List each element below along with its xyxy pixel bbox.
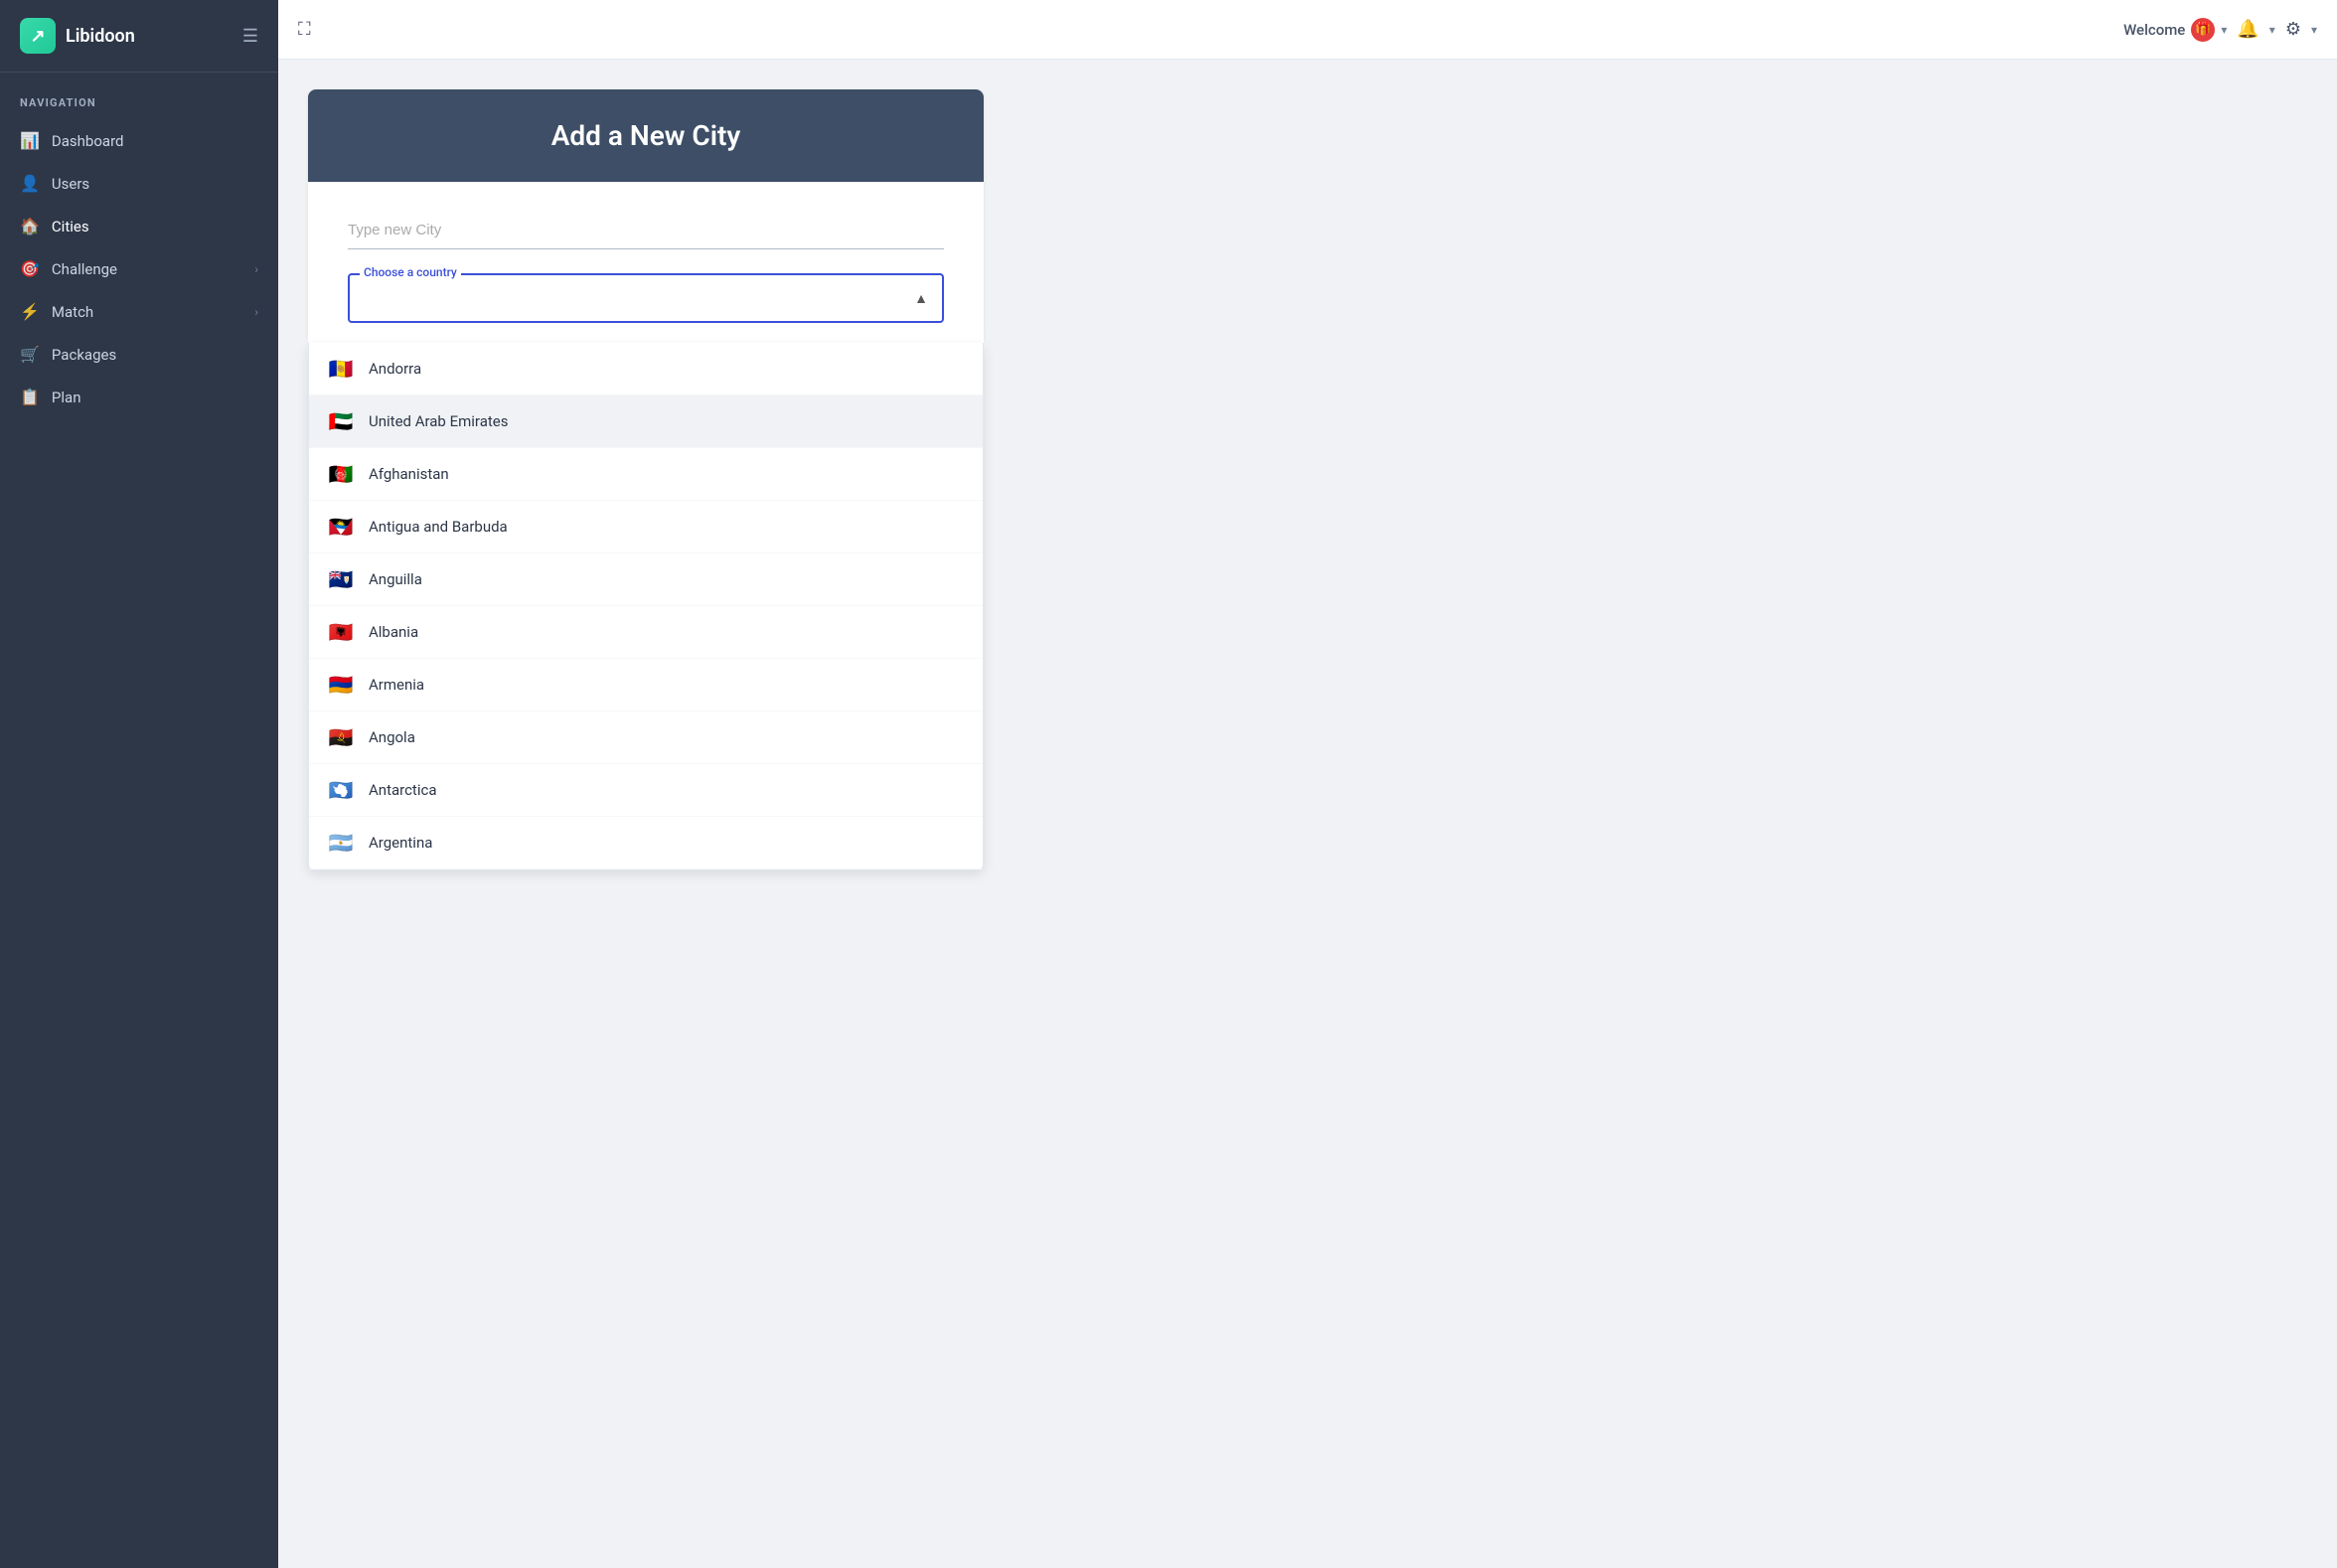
flag-argentina: 🇦🇷 [327,831,355,855]
flag-anguilla: 🇦🇮 [327,567,355,591]
nav-section-label: NAVIGATION [0,73,278,119]
sidebar-item-challenge[interactable]: 🎯 Challenge › [0,247,278,290]
select-chevron-up-icon: ▲ [914,290,928,307]
sidebar-item-packages[interactable]: 🛒 Packages [0,333,278,376]
country-name: Andorra [369,360,421,378]
sidebar-item-cities[interactable]: 🏠 Cities [0,205,278,247]
topbar: ⛶ Welcome 🎁 ▾ 🔔 ▾ ⚙ ▾ [278,0,2337,60]
flag-antarctica: 🇦🇶 [327,778,355,802]
chevron-right-icon: › [254,305,258,319]
sidebar: ↗ Libidoon ☰ NAVIGATION 📊 Dashboard 👤 Us… [0,0,278,1568]
country-name: Anguilla [369,570,422,588]
country-dropdown-list: 🇦🇩 Andorra 🇦🇪 United Arab Emirates 🇦🇫 Af… [308,343,984,870]
chevron-right-icon: › [254,262,258,276]
users-icon: 👤 [20,174,40,193]
flag-angola: 🇦🇴 [327,725,355,749]
bell-icon[interactable]: 🔔 [2233,15,2262,44]
flag-afghanistan: 🇦🇫 [327,462,355,486]
country-name: Antigua and Barbuda [369,518,508,536]
country-select[interactable]: Choose a country ▲ [348,273,944,323]
gear-icon[interactable]: ⚙ [2281,15,2305,44]
flag-antigua: 🇦🇬 [327,515,355,539]
page-title: Add a New City [348,119,944,152]
cities-icon: 🏠 [20,217,40,235]
logo-area: ↗ Libidoon [20,18,135,54]
card-header: Add a New City [308,89,984,182]
country-name: Argentina [369,834,432,852]
country-item-afghanistan[interactable]: 🇦🇫 Afghanistan [309,448,983,501]
country-item-uae[interactable]: 🇦🇪 United Arab Emirates [309,395,983,448]
settings-chevron-icon[interactable]: ▾ [2311,23,2317,37]
gift-icon[interactable]: 🎁 [2191,18,2215,42]
flag-armenia: 🇦🇲 [327,673,355,697]
sidebar-item-users[interactable]: 👤 Users [0,162,278,205]
dashboard-icon: 📊 [20,131,40,150]
country-name: United Arab Emirates [369,412,508,430]
add-city-card: Add a New City Choose a country ▲ [308,89,984,343]
sidebar-item-label: Match [52,303,93,321]
match-icon: ⚡ [20,302,40,321]
country-item-albania[interactable]: 🇦🇱 Albania [309,606,983,659]
country-item-angola[interactable]: 🇦🇴 Angola [309,711,983,764]
country-item-anguilla[interactable]: 🇦🇮 Anguilla [309,553,983,606]
sidebar-item-dashboard[interactable]: 📊 Dashboard [0,119,278,162]
flag-uae: 🇦🇪 [327,409,355,433]
sidebar-item-label: Challenge [52,260,117,278]
flag-andorra: 🇦🇩 [327,357,355,381]
main-area: ⛶ Welcome 🎁 ▾ 🔔 ▾ ⚙ ▾ Add a New City Cho… [278,0,2337,1568]
expand-icon[interactable]: ⛶ [298,19,311,40]
flag-albania: 🇦🇱 [327,620,355,644]
plan-icon: 📋 [20,388,40,406]
country-item-armenia[interactable]: 🇦🇲 Armenia [309,659,983,711]
app-name: Libidoon [66,26,135,47]
hamburger-icon[interactable]: ☰ [242,26,258,47]
topbar-right: Welcome 🎁 ▾ 🔔 ▾ ⚙ ▾ [2123,15,2317,44]
content-area: Add a New City Choose a country ▲ 🇦🇩 And… [278,60,2337,1568]
sidebar-item-label: Packages [52,346,116,364]
profile-chevron-icon[interactable]: ▾ [2221,23,2227,37]
bell-chevron-icon[interactable]: ▾ [2269,23,2275,37]
sidebar-item-label: Plan [52,389,81,406]
country-name: Antarctica [369,781,437,799]
sidebar-header: ↗ Libidoon ☰ [0,0,278,73]
country-item-antarctica[interactable]: 🇦🇶 Antarctica [309,764,983,817]
challenge-icon: 🎯 [20,259,40,278]
logo-icon: ↗ [20,18,56,54]
sidebar-item-label: Users [52,175,89,193]
country-item-antigua[interactable]: 🇦🇬 Antigua and Barbuda [309,501,983,553]
country-name: Afghanistan [369,465,449,483]
country-item-argentina[interactable]: 🇦🇷 Argentina [309,817,983,869]
welcome-text: Welcome [2123,21,2185,39]
card-body: Choose a country ▲ [308,182,984,343]
city-name-input[interactable] [348,212,944,249]
sidebar-nav: 📊 Dashboard 👤 Users 🏠 Cities 🎯 Challenge [0,119,278,418]
country-name: Armenia [369,676,424,694]
sidebar-item-label: Cities [52,218,89,235]
country-name: Angola [369,728,415,746]
sidebar-item-label: Dashboard [52,132,124,150]
sidebar-item-plan[interactable]: 📋 Plan [0,376,278,418]
topbar-left: ⛶ [298,19,311,40]
country-item-andorra[interactable]: 🇦🇩 Andorra [309,343,983,395]
country-name: Albania [369,623,418,641]
sidebar-item-match[interactable]: ⚡ Match › [0,290,278,333]
packages-icon: 🛒 [20,345,40,364]
country-select-label: Choose a country [360,265,461,279]
